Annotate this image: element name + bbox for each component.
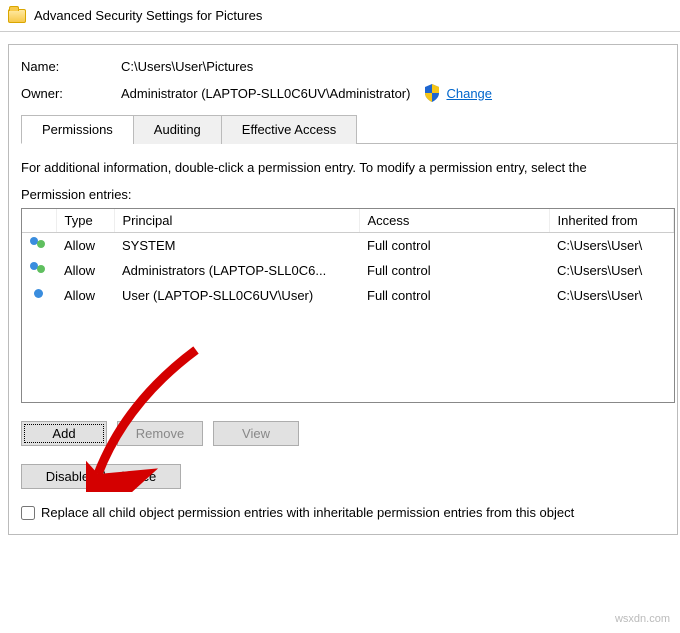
tab-permissions[interactable]: Permissions [21,115,134,144]
cell-type: Allow [56,233,114,259]
cell-access: Full control [359,233,549,259]
tab-effective-access[interactable]: Effective Access [221,115,357,144]
principal-icon [30,237,48,251]
col-principal[interactable]: Principal [114,209,359,233]
col-type[interactable]: Type [56,209,114,233]
shield-icon [424,84,440,102]
principal-icon [30,287,48,301]
disable-inheritance-button[interactable]: Disable inheritance [21,464,181,489]
col-icon[interactable] [22,209,56,233]
button-row: Add Remove View [21,421,677,446]
cell-inherited: C:\Users\User\ [549,283,674,308]
table-header-row: Type Principal Access Inherited from [22,209,674,233]
info-text: For additional information, double-click… [21,160,677,175]
cell-inherited: C:\Users\User\ [549,258,674,283]
change-owner-link[interactable]: Change [446,86,492,101]
remove-button[interactable]: Remove [117,421,203,446]
name-label: Name: [21,59,121,74]
col-inherited[interactable]: Inherited from [549,209,674,233]
owner-row: Owner: Administrator (LAPTOP-SLL0C6UV\Ad… [21,84,677,102]
add-button[interactable]: Add [21,421,107,446]
main-panel: Name: C:\Users\User\Pictures Owner: Admi… [8,44,678,535]
cell-access: Full control [359,283,549,308]
watermark: wsxdn.com [615,613,670,625]
tab-auditing[interactable]: Auditing [133,115,222,144]
replace-checkbox[interactable] [21,506,35,520]
view-button[interactable]: View [213,421,299,446]
name-row: Name: C:\Users\User\Pictures [21,59,677,74]
permission-table[interactable]: Type Principal Access Inherited from All… [21,208,675,403]
name-value: C:\Users\User\Pictures [121,59,253,74]
table-row[interactable]: AllowAdministrators (LAPTOP-SLL0C6...Ful… [22,258,674,283]
cell-access: Full control [359,258,549,283]
entries-label: Permission entries: [21,187,677,202]
col-access[interactable]: Access [359,209,549,233]
owner-value: Administrator (LAPTOP-SLL0C6UV\Administr… [121,86,410,101]
cell-type: Allow [56,283,114,308]
cell-principal: User (LAPTOP-SLL0C6UV\User) [114,283,359,308]
replace-checkbox-row: Replace all child object permission entr… [21,505,677,520]
table-row[interactable]: AllowSYSTEMFull controlC:\Users\User\ [22,233,674,259]
cell-principal: SYSTEM [114,233,359,259]
principal-icon [30,262,48,276]
cell-inherited: C:\Users\User\ [549,233,674,259]
titlebar: Advanced Security Settings for Pictures [0,0,680,32]
folder-icon [8,9,26,23]
cell-type: Allow [56,258,114,283]
button-row-2: Disable inheritance [21,464,677,489]
window-title: Advanced Security Settings for Pictures [34,8,262,23]
replace-checkbox-label[interactable]: Replace all child object permission entr… [41,505,574,520]
tab-strip: Permissions Auditing Effective Access [21,114,677,144]
cell-principal: Administrators (LAPTOP-SLL0C6... [114,258,359,283]
owner-label: Owner: [21,86,121,101]
table-row[interactable]: AllowUser (LAPTOP-SLL0C6UV\User)Full con… [22,283,674,308]
